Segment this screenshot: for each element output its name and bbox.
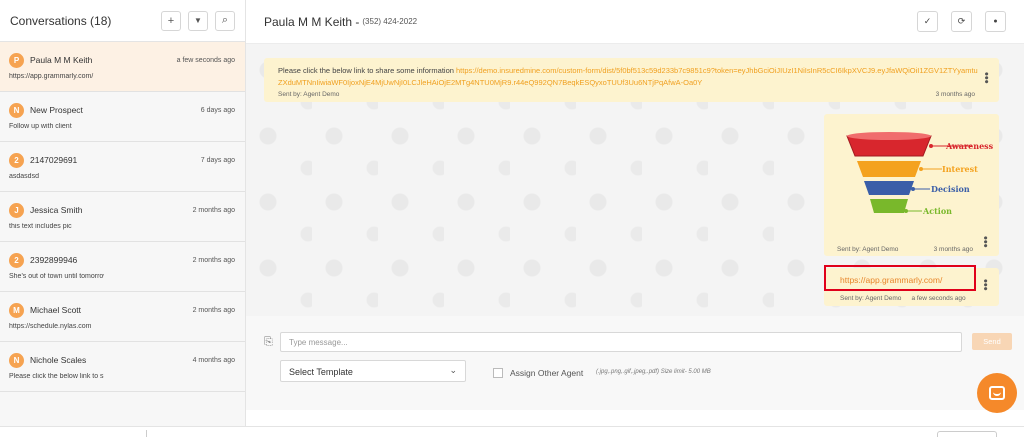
message-input[interactable]: Type message... xyxy=(280,332,962,352)
sent-by: Sent by: Agent Demo xyxy=(278,91,340,98)
conversation-preview: https://schedule.nylas.com xyxy=(9,323,92,330)
funnel-image[interactable]: Awareness Interest Decision Action xyxy=(824,114,999,256)
conversation-preview: Please click the below link to share xyxy=(9,373,104,380)
funnel-label-awareness: Awareness xyxy=(945,141,994,151)
conversation-time: a few seconds ago xyxy=(176,56,235,64)
search-icon: ⌕ xyxy=(221,14,229,26)
conversation-time: 7 days ago xyxy=(200,156,235,164)
conversation-time: 2 months ago xyxy=(192,206,235,214)
message-body: Please click the below link to share som… xyxy=(278,66,457,75)
image-message-bubble: Awareness Interest Decision Action Sent … xyxy=(824,114,999,256)
name-separator: - xyxy=(352,14,360,29)
conversation-time: 6 days ago xyxy=(200,106,235,114)
filter-icon: ▼ xyxy=(194,16,202,25)
avatar: 2 xyxy=(9,152,24,168)
chat-header: Paula M M Keith - (352) 424-2022 ✓ ⟳ ● xyxy=(246,0,1024,44)
header-actions: ✓ ⟳ ● xyxy=(904,11,1006,32)
avatar: P xyxy=(9,52,24,68)
conversations-title: Conversations (18) xyxy=(10,13,112,28)
filter-button[interactable]: ▼ xyxy=(188,10,208,31)
message-bubble: Please click the below link to share som… xyxy=(264,58,999,102)
message-list[interactable]: Please click the below link to share som… xyxy=(246,44,1024,316)
resolve-button[interactable]: ✓ xyxy=(917,11,938,32)
sent-by: Sent by: Agent Demo xyxy=(840,295,902,302)
conversation-time: 2 months ago xyxy=(192,306,235,314)
conversation-name: Paula M M Keith xyxy=(30,55,93,65)
conversation-name: New Prospect xyxy=(30,105,83,115)
conversation-preview: She's out of town until tomorrow xyxy=(9,273,104,280)
bottom-button[interactable] xyxy=(937,431,997,437)
message-time: 3 months ago xyxy=(933,246,973,253)
funnel-label-decision: Decision xyxy=(931,184,970,194)
funnel-label-action: Action xyxy=(922,206,952,216)
conversation-name: Jessica Smith xyxy=(30,205,83,215)
message-menu-icon[interactable]: ••• xyxy=(980,72,992,84)
avatar: M xyxy=(9,302,24,318)
conversation-item[interactable]: J Jessica Smith 2 months ago this text inc… xyxy=(0,192,245,242)
conversation-name: 2392899946 xyxy=(30,255,78,265)
contact-name: Paula M M Keith xyxy=(264,14,353,29)
contact-phone: (352) 424-2022 xyxy=(362,17,418,26)
template-select-label: Select Template xyxy=(289,367,353,377)
conversation-time: 4 months ago xyxy=(192,356,235,364)
conversation-preview: Follow up with client xyxy=(9,123,72,130)
check-icon: ✓ xyxy=(923,16,932,26)
sent-by: Sent by: Agent Demo xyxy=(837,246,899,253)
funnel-label-interest: Interest xyxy=(942,164,978,174)
user-icon: ● xyxy=(993,18,998,25)
message-footer: Sent by: Agent Demo a few seconds ago xyxy=(840,295,991,302)
conversation-preview: asdasdsd xyxy=(9,173,39,180)
conversation-item[interactable]: 2 2392899946 2 months ago She's out of tow… xyxy=(0,242,245,292)
avatar: N xyxy=(9,352,24,368)
refresh-button[interactable]: ⟳ xyxy=(951,11,972,32)
conversation-preview: this text includes pic xyxy=(9,223,72,230)
highlight-annotation xyxy=(824,265,976,291)
sidebar-header: Conversations (18) + ▼ ⌕ xyxy=(0,0,245,42)
conversation-name: Michael Scott xyxy=(30,305,82,315)
message-menu-icon[interactable]: ••• xyxy=(979,279,991,291)
message-footer: Sent by: Agent Demo 3 months ago xyxy=(278,91,975,98)
assign-agent-checkbox[interactable] xyxy=(493,368,503,378)
conversation-preview: https://app.grammarly.com/ xyxy=(9,73,94,80)
message-time: 3 months ago xyxy=(935,91,975,98)
chat-icon xyxy=(989,386,1005,400)
conversation-item[interactable]: M Michael Scott 2 months ago https://sched… xyxy=(0,292,245,342)
message-time: a few seconds ago xyxy=(911,295,966,302)
bottom-bar xyxy=(0,426,1024,437)
conversation-name: 2147029691 xyxy=(30,155,78,165)
profile-button[interactable]: ● xyxy=(985,11,1006,32)
conversation-name: Nichole Scales xyxy=(30,355,87,365)
message-text: Please click the below link to share som… xyxy=(278,65,978,89)
chat-support-button[interactable] xyxy=(977,373,1017,413)
message-menu-icon[interactable]: ••• xyxy=(979,236,991,248)
search-button[interactable]: ⌕ xyxy=(215,10,235,31)
avatar: N xyxy=(9,102,24,118)
avatar: J xyxy=(9,202,24,218)
message-composer: ⎘ Type message... Send Select Template ⌄ … xyxy=(246,316,1024,410)
send-button[interactable]: Send xyxy=(972,333,1012,350)
add-conversation-button[interactable]: + xyxy=(161,10,181,31)
assign-agent-label[interactable]: Assign Other Agent xyxy=(510,368,583,378)
message-footer: Sent by: Agent Demo 3 months ago xyxy=(837,246,973,253)
conversation-item[interactable]: 2 2147029691 7 days ago asdasdsd xyxy=(0,142,245,192)
conversation-item[interactable]: N New Prospect 6 days ago Follow up with c… xyxy=(0,92,245,142)
conversation-time: 2 months ago xyxy=(192,256,235,264)
conversation-item[interactable]: P Paula M M Keith a few seconds ago https:… xyxy=(0,42,245,92)
avatar: 2 xyxy=(9,252,24,268)
refresh-icon: ⟳ xyxy=(957,16,966,26)
chat-panel: Paula M M Keith - (352) 424-2022 ✓ ⟳ ● P… xyxy=(246,0,1024,426)
template-select[interactable]: Select Template ⌄ xyxy=(280,360,466,382)
chevron-down-icon: ⌄ xyxy=(449,365,457,375)
attachment-icon[interactable]: ⎘ xyxy=(264,336,273,349)
conversation-item[interactable]: N Nichole Scales 4 months ago Please click… xyxy=(0,342,245,392)
file-type-hint: (.jpg,.png,.gif,.jpeg,.pdf) Size limit- … xyxy=(596,369,711,375)
conversation-sidebar: Conversations (18) + ▼ ⌕ P Paula M M Keit… xyxy=(0,0,246,426)
